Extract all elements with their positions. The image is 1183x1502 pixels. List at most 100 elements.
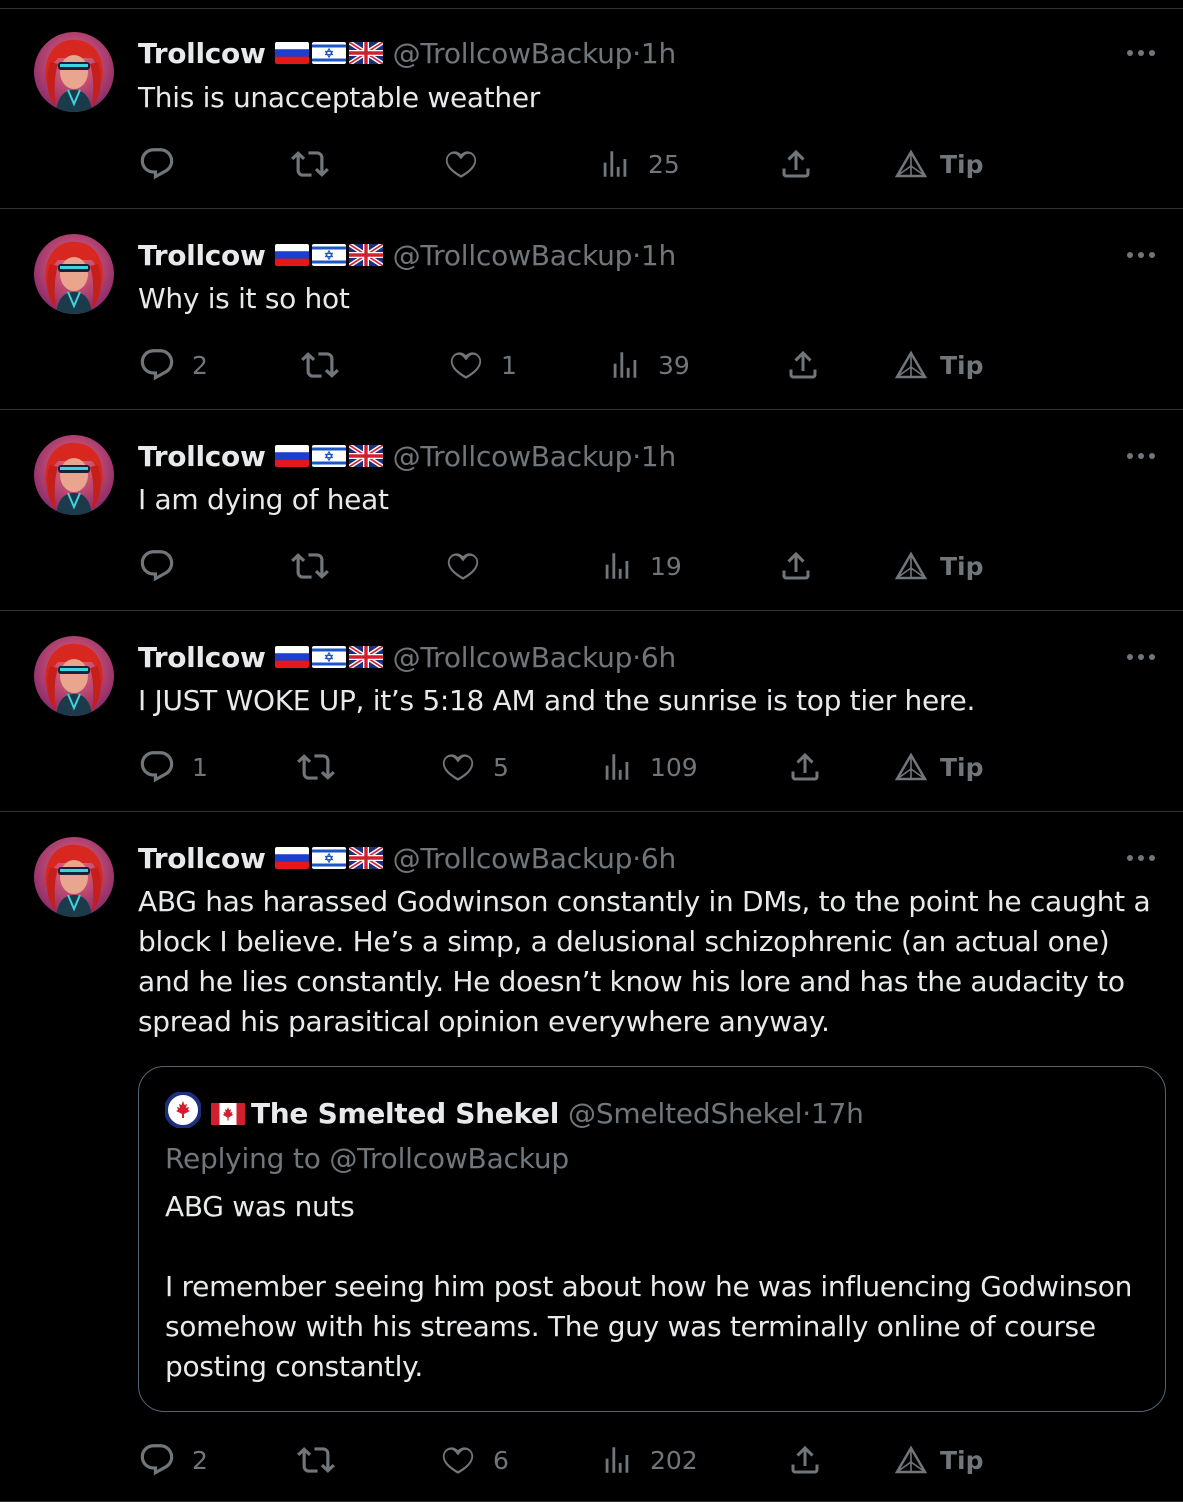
action-count: 39	[658, 350, 690, 380]
share-button[interactable]	[778, 145, 814, 183]
views-button[interactable]: 109	[600, 748, 698, 786]
share-button[interactable]	[778, 547, 814, 585]
views-button[interactable]: 39	[608, 346, 690, 384]
meta-separator: ·	[802, 1097, 811, 1130]
author-handle[interactable]: @TrollcowBackup	[393, 842, 633, 875]
israel-flag-icon	[311, 646, 346, 668]
action-count: 2	[192, 1445, 208, 1475]
russia-flag-icon	[274, 847, 309, 869]
action-count: 5	[493, 752, 509, 782]
more-options-icon[interactable]	[1123, 41, 1159, 65]
retweet-icon	[301, 346, 339, 384]
israel-flag-icon	[311, 847, 346, 869]
author-name[interactable]: Trollcow	[138, 37, 266, 70]
author-handle[interactable]: @TrollcowBackup	[393, 440, 633, 473]
more-options-icon[interactable]	[1123, 243, 1159, 267]
avatar[interactable]	[34, 32, 114, 112]
views-button[interactable]: 25	[598, 145, 680, 183]
meta-separator: ·	[632, 841, 641, 875]
tip-button[interactable]: Tip	[894, 1441, 984, 1479]
views-icon	[598, 147, 632, 181]
tweet-timestamp[interactable]: 6h	[641, 842, 676, 875]
tip-button[interactable]: Tip	[894, 346, 984, 384]
meta-separator: ·	[632, 36, 641, 70]
reply-button[interactable]	[138, 547, 192, 585]
share-button[interactable]	[787, 1441, 823, 1479]
flag-emojis	[274, 646, 383, 668]
action-count: 6	[493, 1445, 509, 1475]
retweet-button[interactable]	[297, 1441, 351, 1479]
author-name[interactable]: Trollcow	[138, 842, 266, 875]
tweet[interactable]: Trollcow @TrollcowBackup · 1h Why is it so…	[0, 210, 1183, 410]
retweet-button[interactable]	[291, 547, 345, 585]
share-button[interactable]	[785, 346, 821, 384]
reply-button[interactable]	[138, 145, 192, 183]
author-handle[interactable]: @TrollcowBackup	[393, 37, 633, 70]
quote-author-handle[interactable]: @SmeltedShekel	[568, 1097, 802, 1130]
retweet-icon	[297, 1441, 335, 1479]
reply-button[interactable]: 2	[138, 1441, 208, 1479]
more-options-icon[interactable]	[1123, 645, 1159, 669]
quote-timestamp[interactable]: 17h	[811, 1097, 864, 1130]
uk-flag-icon	[348, 646, 383, 668]
action-count: 1	[501, 350, 517, 380]
like-button[interactable]	[442, 145, 496, 183]
retweet-button[interactable]	[297, 748, 351, 786]
more-options-icon[interactable]	[1123, 846, 1159, 870]
views-icon	[608, 348, 642, 382]
tweet-timestamp[interactable]: 1h	[641, 440, 676, 473]
tweet[interactable]: Trollcow @TrollcowBackup · 1h I am dying o…	[0, 411, 1183, 611]
flag-emojis	[274, 244, 383, 266]
more-options-icon[interactable]	[1123, 444, 1159, 468]
russia-flag-icon	[274, 646, 309, 668]
flag-emojis	[274, 445, 383, 467]
share-button[interactable]	[787, 748, 823, 786]
retweet-button[interactable]	[301, 346, 355, 384]
like-button[interactable]: 5	[439, 748, 509, 786]
tweet[interactable]: Trollcow @TrollcowBackup · 1h This is unac…	[0, 9, 1183, 209]
action-count: 25	[648, 149, 680, 179]
retweet-button[interactable]	[291, 145, 345, 183]
tweet-timestamp[interactable]: 6h	[641, 641, 676, 674]
views-button[interactable]: 19	[600, 547, 682, 585]
like-button[interactable]: 1	[447, 346, 517, 384]
reply-button[interactable]: 1	[138, 748, 208, 786]
meta-separator: ·	[632, 439, 641, 473]
retweet-icon	[291, 547, 329, 585]
avatar[interactable]	[34, 435, 114, 515]
avatar[interactable]	[34, 837, 114, 917]
views-icon	[600, 750, 634, 784]
tweet-timestamp[interactable]: 1h	[641, 37, 676, 70]
author-handle[interactable]: @TrollcowBackup	[393, 239, 633, 272]
avatar[interactable]	[34, 234, 114, 314]
retweet-icon	[297, 748, 335, 786]
heart-icon	[442, 145, 480, 183]
quote-author-name[interactable]: The Smelted Shekel	[251, 1097, 559, 1130]
author-name[interactable]: Trollcow	[138, 641, 266, 674]
tip-label: Tip	[940, 551, 984, 581]
flag-emojis	[274, 847, 383, 869]
quoted-tweet[interactable]: The Smelted Shekel @SmeltedShekel · 17h …	[138, 1066, 1166, 1412]
action-count: 1	[192, 752, 208, 782]
avatar[interactable]	[34, 636, 114, 716]
flag-emojis	[274, 42, 383, 64]
tweet-text: Why is it so hot	[138, 282, 350, 315]
tweet[interactable]: Trollcow @TrollcowBackup · 6h ABG has hara…	[0, 813, 1183, 1502]
tip-button[interactable]: Tip	[894, 145, 984, 183]
reply-button[interactable]: 2	[138, 346, 208, 384]
quote-avatar[interactable]	[164, 1091, 202, 1135]
author-name[interactable]: Trollcow	[138, 440, 266, 473]
author-handle[interactable]: @TrollcowBackup	[393, 641, 633, 674]
like-button[interactable]	[444, 547, 498, 585]
share-icon	[778, 146, 814, 182]
author-name[interactable]: Trollcow	[138, 239, 266, 272]
reply-icon	[138, 748, 176, 786]
tip-icon	[894, 752, 928, 782]
tweet-text: I JUST WOKE UP, it’s 5:18 AM and the sun…	[138, 684, 976, 717]
tweet-timestamp[interactable]: 1h	[641, 239, 676, 272]
like-button[interactable]: 6	[439, 1441, 509, 1479]
tip-button[interactable]: Tip	[894, 547, 984, 585]
tweet[interactable]: Trollcow @TrollcowBackup · 6h I JUST WOKE …	[0, 612, 1183, 812]
tip-button[interactable]: Tip	[894, 748, 984, 786]
views-button[interactable]: 202	[600, 1441, 698, 1479]
